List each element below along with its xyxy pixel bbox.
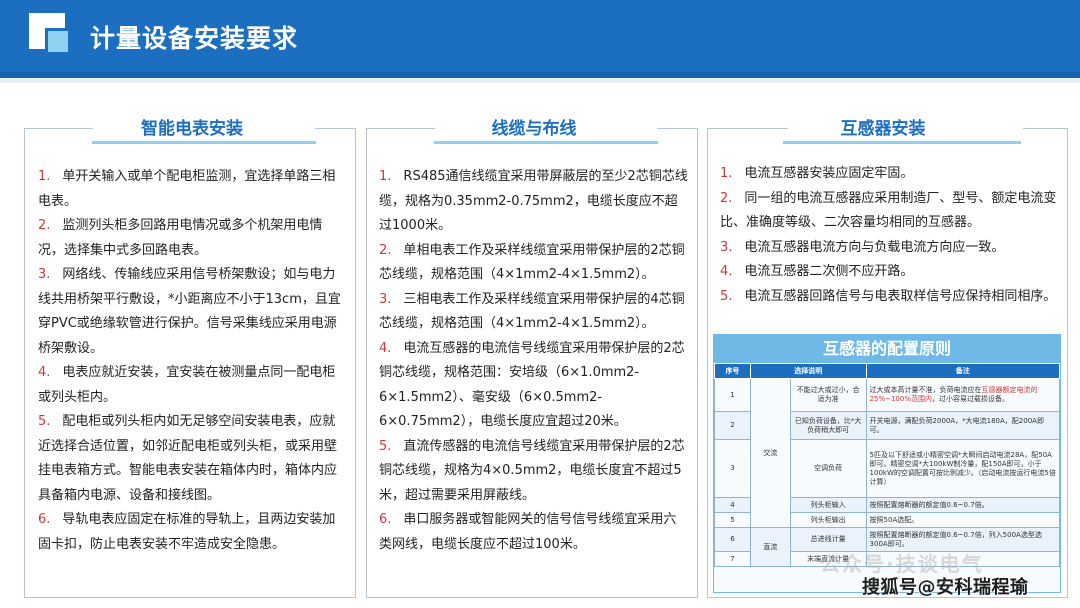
- panel-top-border-right: [315, 128, 355, 129]
- column-title-meter: 智能电表安装: [141, 119, 243, 139]
- list-item: 1. 电流互感器安装应固定牢固。: [720, 166, 914, 181]
- table-header-no: 序号: [714, 363, 751, 379]
- config-table-title: 互感器的配置原则: [714, 335, 1060, 363]
- list-item: 4. 电表应就近安装，宜安装在被测量点同一配电柜或列头柜内。: [38, 365, 336, 405]
- panel-top-border-left: [25, 128, 93, 129]
- list-transformer: 1. 电流互感器安装应固定牢固。 2. 同一组的电流互感器应采用制造厂、型号、额定电…: [720, 162, 1060, 309]
- column-title-underline: [783, 141, 1021, 144]
- list-item: 4. 电流互感器二次侧不应开路。: [720, 264, 914, 279]
- table-header-row: 序号 选择说明 备注: [714, 363, 1061, 379]
- list-item: 5. 配电柜或列头柜内如无足够空间安装电表，应就近选择合适位置，如邻近配电柜或列头…: [38, 414, 338, 503]
- list-item: 5. 直流传感器的电流信号线缆宜采用带保护层的2芯铜芯线缆，规格为4×0.5mm2…: [379, 438, 685, 503]
- list-item: 5. 电流互感器回路信号与电表取样信号应保持相同相序。: [720, 288, 1057, 304]
- table-header-desc: 选择说明: [749, 363, 867, 379]
- column-title-transformer: 互感器安装: [840, 119, 926, 139]
- panel-top-border-right: [657, 128, 697, 129]
- list-item: 4. 电流互感器的电流信号线缆宜采用带保护层的2芯铜芯线缆，规格范围：安培级（6×…: [379, 340, 685, 430]
- page-title: 计量设备安装要求: [90, 24, 299, 53]
- table-cell-note: 过大或本高计量不准，负荷电流应在互感器额定电流的25%~100%范围内，过小容易…: [865, 378, 1061, 412]
- group-ac-label: 交流: [749, 378, 791, 528]
- list-item: 3. 三相电表工作及采样线缆宜采用带保护层的4芯铜芯线缆，规格范围（4×1mm2-…: [379, 291, 685, 332]
- column-title-underline: [434, 141, 658, 144]
- list-cable: 1. RS485通信线缆宜采用带屏蔽层的至少2芯铜芯线缆，规格为0.35mm2-0…: [379, 165, 689, 557]
- table-row: 1 交流 不能过大或过小，合适为准 过大或本高计量不准，负荷电流应在互感器额定电…: [714, 378, 1061, 528]
- group-dc-label: 直流: [749, 527, 791, 567]
- list-item: 6. 串口服务器或智能网关的信号信号线缆宜采用六类网线，电缆长度应不超过100米。: [379, 512, 677, 552]
- table-header-note: 备注: [865, 363, 1061, 379]
- list-item: 1. 单开关输入或单个配电柜监测，宜选择单路三相电表。: [38, 169, 336, 209]
- column-title-underline: [92, 141, 316, 144]
- list-item: 3. 网络线、传输线应采用信号桥架敷设；如与电力线共用桥架平行敷设，*小距离应不小…: [38, 267, 341, 356]
- panel-top-border-left: [367, 128, 435, 129]
- header-separator: [0, 78, 1080, 83]
- list-item: 2. 单相电表工作及采样线缆宜采用带保护层的2芯铜芯线缆，规格范围（4×1mm2-…: [379, 242, 685, 283]
- logo-accent-icon: [45, 28, 71, 55]
- panel-top-border-right: [1023, 128, 1067, 129]
- watermark-main: 搜狐号@安科瑞程瑜: [862, 577, 1029, 598]
- panel-top-border-left: [708, 128, 788, 129]
- list-item: 2. 同一组的电流互感器应采用制造厂、型号、额定电流变比、准确度等级、二次容量均相…: [720, 190, 1057, 231]
- list-meter: 1. 单开关输入或单个配电柜监测，宜选择单路三相电表。 2. 监测列头柜多回路用电情…: [38, 165, 344, 557]
- list-item: 2. 监测列头柜多回路用电情况或多个机架用电情况，选择集中式多回路电表。: [38, 218, 323, 258]
- column-title-cable: 线缆与布线: [491, 119, 577, 139]
- list-item: 6. 导轨电表应固定在标准的导轨上，且两边安装加固卡扣，防止电表安装不牢造成安全隐…: [38, 512, 336, 552]
- list-item: 3. 电流互感器电流方向与负载电流方向应一致。: [720, 239, 1005, 255]
- list-item: 1. RS485通信线缆宜采用带屏蔽层的至少2芯铜芯线缆，规格为0.35mm2-0…: [379, 169, 688, 233]
- config-table: 序号 选择说明 备注 1 交流 不能过大或过小，合适为准 过大或本高计量不准，负…: [714, 363, 1061, 567]
